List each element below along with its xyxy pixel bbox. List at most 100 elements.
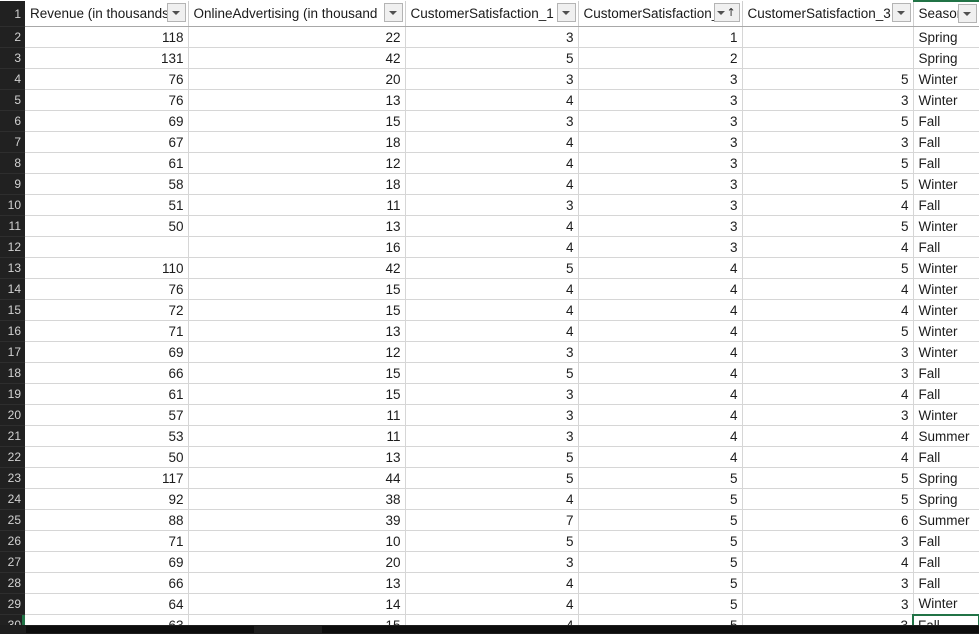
cell-cs3-2[interactable] <box>742 26 914 48</box>
cell-revenue-5[interactable]: 76 <box>25 89 189 111</box>
cell-cs2-22[interactable]: 4 <box>578 446 743 468</box>
cell-revenue-28[interactable]: 66 <box>25 572 189 594</box>
cell-cs2-16[interactable]: 4 <box>578 320 743 342</box>
cell-cs2-13[interactable]: 4 <box>578 257 743 279</box>
cell-cs3-24[interactable]: 5 <box>742 488 914 510</box>
cell-cs1-18[interactable]: 5 <box>405 362 579 384</box>
cell-revenue-22[interactable]: 50 <box>25 446 189 468</box>
cell-cs1-5[interactable]: 4 <box>405 89 579 111</box>
cell-cs1-20[interactable]: 3 <box>405 404 579 426</box>
row-header-3[interactable]: 3 <box>0 47 25 69</box>
cell-revenue-18[interactable]: 66 <box>25 362 189 384</box>
row-header-21[interactable]: 21 <box>0 425 25 447</box>
cell-ads-29[interactable]: 14 <box>188 593 406 615</box>
cell-revenue-2[interactable]: 118 <box>25 26 189 48</box>
cell-cs3-20[interactable]: 3 <box>742 404 914 426</box>
cell-cs3-8[interactable]: 5 <box>742 152 914 174</box>
row-header-4[interactable]: 4 <box>0 68 25 90</box>
cell-season-23[interactable]: Spring <box>913 467 979 489</box>
cell-season-9[interactable]: Winter <box>913 173 979 195</box>
cell-ads-6[interactable]: 15 <box>188 110 406 132</box>
cell-ads-8[interactable]: 12 <box>188 152 406 174</box>
cell-revenue-13[interactable]: 110 <box>25 257 189 279</box>
cell-ads-25[interactable]: 39 <box>188 509 406 531</box>
cell-season-17[interactable]: Winter <box>913 341 979 363</box>
cell-cs2-28[interactable]: 5 <box>578 572 743 594</box>
cell-cs1-2[interactable]: 3 <box>405 26 579 48</box>
cell-cs2-25[interactable]: 5 <box>578 509 743 531</box>
cell-cs2-4[interactable]: 3 <box>578 68 743 90</box>
cell-revenue-26[interactable]: 71 <box>25 530 189 552</box>
cell-cs1-8[interactable]: 4 <box>405 152 579 174</box>
cell-revenue-24[interactable]: 92 <box>25 488 189 510</box>
cell-cs3-18[interactable]: 3 <box>742 362 914 384</box>
row-header-10[interactable]: 10 <box>0 194 25 216</box>
cell-ads-11[interactable]: 13 <box>188 215 406 237</box>
row-header-16[interactable]: 16 <box>0 320 25 342</box>
row-header-26[interactable]: 26 <box>0 530 25 552</box>
row-header-27[interactable]: 27 <box>0 551 25 573</box>
cell-cs3-5[interactable]: 3 <box>742 89 914 111</box>
row-header-15[interactable]: 15 <box>0 299 25 321</box>
cell-cs2-24[interactable]: 5 <box>578 488 743 510</box>
row-header-25[interactable]: 25 <box>0 509 25 531</box>
cell-revenue-16[interactable]: 71 <box>25 320 189 342</box>
cell-cs2-11[interactable]: 3 <box>578 215 743 237</box>
cell-cs3-19[interactable]: 4 <box>742 383 914 405</box>
cell-ads-27[interactable]: 20 <box>188 551 406 573</box>
cell-season-18[interactable]: Fall <box>913 362 979 384</box>
cell-season-6[interactable]: Fall <box>913 110 979 132</box>
cell-season-26[interactable]: Fall <box>913 530 979 552</box>
cell-ads-15[interactable]: 15 <box>188 299 406 321</box>
row-header-14[interactable]: 14 <box>0 278 25 300</box>
row-header-23[interactable]: 23 <box>0 467 25 489</box>
cell-revenue-21[interactable]: 53 <box>25 425 189 447</box>
cell-revenue-17[interactable]: 69 <box>25 341 189 363</box>
cell-cs1-17[interactable]: 3 <box>405 341 579 363</box>
cell-cs1-15[interactable]: 4 <box>405 299 579 321</box>
cell-season-7[interactable]: Fall <box>913 131 979 153</box>
row-header-20[interactable]: 20 <box>0 404 25 426</box>
cell-season-13[interactable]: Winter <box>913 257 979 279</box>
cell-ads-14[interactable]: 15 <box>188 278 406 300</box>
cell-season-14[interactable]: Winter <box>913 278 979 300</box>
cell-season-20[interactable]: Winter <box>913 404 979 426</box>
cell-cs1-21[interactable]: 3 <box>405 425 579 447</box>
cell-cs3-9[interactable]: 5 <box>742 173 914 195</box>
cell-revenue-20[interactable]: 57 <box>25 404 189 426</box>
column-header-season[interactable]: Season <box>913 0 979 27</box>
cell-season-15[interactable]: Winter <box>913 299 979 321</box>
cell-cs2-20[interactable]: 4 <box>578 404 743 426</box>
cell-cs1-9[interactable]: 4 <box>405 173 579 195</box>
filter-dropdown-icon-ads[interactable] <box>383 3 403 22</box>
cell-cs1-14[interactable]: 4 <box>405 278 579 300</box>
cell-revenue-15[interactable]: 72 <box>25 299 189 321</box>
cell-cs3-26[interactable]: 3 <box>742 530 914 552</box>
cell-cs2-29[interactable]: 5 <box>578 593 743 615</box>
filter-dropdown-icon-cs3[interactable] <box>891 3 911 22</box>
cell-cs1-25[interactable]: 7 <box>405 509 579 531</box>
cell-cs2-19[interactable]: 4 <box>578 383 743 405</box>
column-header-cs2[interactable]: CustomerSatisfaction_2 ↑ <box>578 1 743 27</box>
cell-ads-2[interactable]: 22 <box>188 26 406 48</box>
cell-revenue-27[interactable]: 69 <box>25 551 189 573</box>
cell-cs3-22[interactable]: 4 <box>742 446 914 468</box>
cell-cs1-22[interactable]: 5 <box>405 446 579 468</box>
row-header-13[interactable]: 13 <box>0 257 25 279</box>
row-header-11[interactable]: 11 <box>0 215 25 237</box>
cell-cs2-7[interactable]: 3 <box>578 131 743 153</box>
cell-cs2-10[interactable]: 3 <box>578 194 743 216</box>
cell-revenue-25[interactable]: 88 <box>25 509 189 531</box>
cell-ads-5[interactable]: 13 <box>188 89 406 111</box>
cell-cs1-23[interactable]: 5 <box>405 467 579 489</box>
cell-ads-23[interactable]: 44 <box>188 467 406 489</box>
cell-revenue-23[interactable]: 117 <box>25 467 189 489</box>
cell-ads-13[interactable]: 42 <box>188 257 406 279</box>
cell-season-28[interactable]: Fall <box>913 572 979 594</box>
cell-cs3-7[interactable]: 3 <box>742 131 914 153</box>
cell-season-24[interactable]: Spring <box>913 488 979 510</box>
row-header-5[interactable]: 5 <box>0 89 25 111</box>
cell-season-4[interactable]: Winter <box>913 68 979 90</box>
cell-cs3-10[interactable]: 4 <box>742 194 914 216</box>
cell-ads-19[interactable]: 15 <box>188 383 406 405</box>
